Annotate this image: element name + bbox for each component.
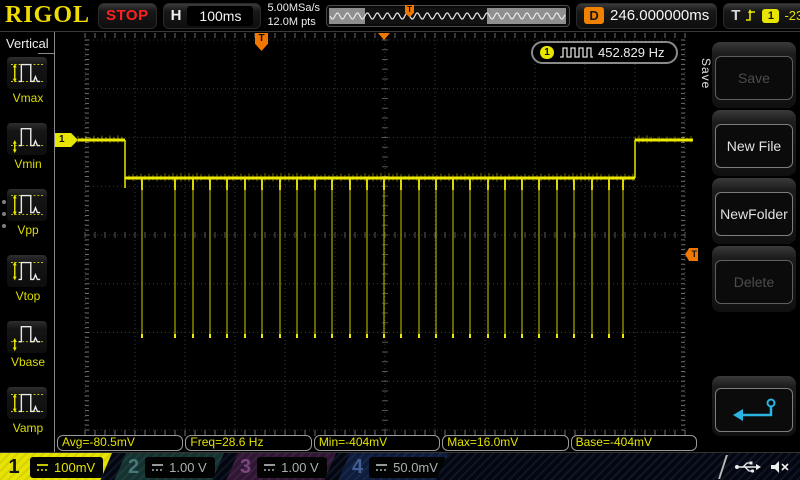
menu-item-vpp[interactable]: Vpp — [6, 188, 50, 237]
menu-item-label: Vtop — [6, 289, 50, 303]
vertical-measure-menu: Vertical Vmax Vmin — [0, 32, 55, 452]
delay-value: 246.000000ms — [610, 7, 709, 24]
menu-title: Vertical — [0, 32, 54, 51]
menu-tab-notch — [38, 53, 55, 54]
trigger-readout: T 1 -232mV — [723, 3, 800, 29]
menu-item-label: Vmax — [6, 91, 50, 105]
menu-tab-label: Save — [699, 58, 713, 89]
back-button[interactable] — [715, 388, 793, 432]
dc-coupling-icon — [151, 463, 164, 472]
channel-number: 3 — [240, 454, 251, 480]
waveform-display: T 1 T 1 452.829 Hz Avg=-80.5mV Freq=28.6… — [55, 32, 698, 452]
softkey-card: Save — [712, 42, 796, 108]
measurement-row: Avg=-80.5mV Freq=28.6 Hz Min=-404mV Max=… — [57, 435, 697, 451]
menu-item-label: Vamp — [6, 421, 50, 435]
vmax-icon — [6, 56, 48, 90]
menu-item-vbase[interactable]: Vbase — [6, 320, 50, 369]
measurement-avg: Avg=-80.5mV — [57, 435, 183, 451]
main-area: Vertical Vmax Vmin — [0, 32, 800, 452]
timebase-value: 100ms — [187, 6, 253, 26]
softkey-card — [712, 376, 796, 436]
return-arrow-icon — [725, 396, 783, 424]
menu-item-label: Vbase — [6, 355, 50, 369]
trigger-label: T — [731, 7, 740, 24]
menu-item-label: Vmin — [6, 157, 50, 171]
horizontal-label: H — [171, 7, 182, 24]
squarewave-icon — [559, 46, 593, 59]
trigger-source-badge: 1 — [762, 9, 779, 23]
softkey-card: Delete — [712, 246, 796, 312]
menu-item-vtop[interactable]: Vtop — [6, 254, 50, 303]
status-bar-divider — [718, 455, 728, 479]
menu-scroll-dots — [2, 200, 6, 228]
delay-badge: D — [584, 7, 604, 24]
channel-scale: 100mV — [54, 460, 95, 475]
channel-2-status[interactable]: 2 1.00 V — [114, 453, 224, 480]
vtop-icon — [6, 254, 48, 288]
channel-scale: 50.0mV — [393, 460, 438, 475]
delete-button[interactable]: Delete — [715, 260, 793, 304]
dc-coupling-icon — [36, 463, 49, 472]
measurement-min: Min=-404mV — [314, 435, 440, 451]
scope-graticule-waveform — [55, 32, 698, 452]
oscilloscope-screen: RIGOL STOP H 100ms 5.00MSa/s 12.0M pts T… — [0, 0, 800, 480]
trigger-edge-icon — [745, 7, 757, 24]
measurement-max: Max=16.0mV — [442, 435, 568, 451]
measurement-freq: Freq=28.6 Hz — [185, 435, 311, 451]
frequency-counter: 1 452.829 Hz — [531, 41, 678, 64]
channel-scale: 1.00 V — [169, 460, 207, 475]
vbase-icon — [6, 320, 48, 354]
rigol-logo: RIGOL — [3, 2, 92, 29]
menu-item-vmax[interactable]: Vmax — [6, 56, 50, 105]
channel-status-bar: 1 100mV 2 1.00 V 3 — [0, 452, 800, 480]
channel-number: 4 — [352, 454, 363, 480]
usb-icon — [734, 459, 761, 475]
run-state-indicator: STOP — [98, 3, 157, 29]
new-file-button[interactable]: New File — [715, 124, 793, 168]
top-bar: RIGOL STOP H 100ms 5.00MSa/s 12.0M pts T… — [0, 0, 800, 32]
vamp-icon — [6, 386, 48, 420]
channel-4-status[interactable]: 4 50.0mV — [338, 453, 448, 480]
preview-waveform-icon — [327, 6, 569, 26]
trigger-center-marker — [378, 33, 390, 40]
menu-item-label: Vpp — [6, 223, 50, 237]
trigger-level-value: -232mV — [784, 8, 800, 23]
softkey-card: New File — [712, 110, 796, 176]
channel-3-status[interactable]: 3 1.00 V — [226, 453, 336, 480]
softkey-card: NewFolder — [712, 178, 796, 244]
new-folder-button[interactable]: NewFolder — [715, 192, 793, 236]
menu-item-vmin[interactable]: Vmin — [6, 122, 50, 171]
dc-coupling-icon — [375, 463, 388, 472]
save-softkey-menu: Save Save New File NewFolder Delete — [698, 32, 800, 452]
vpp-icon — [6, 188, 48, 222]
memory-waveform-preview[interactable]: T — [326, 5, 570, 27]
vmin-icon — [6, 122, 48, 156]
channel-number: 1 — [4, 454, 24, 480]
memory-depth: 12.0M pts — [267, 16, 320, 29]
acquisition-info: 5.00MSa/s 12.0M pts — [267, 2, 320, 28]
horizontal-timebase-box: H 100ms — [163, 3, 262, 29]
channel-scale: 1.00 V — [281, 460, 319, 475]
channel-1-status[interactable]: 1 100mV — [0, 453, 112, 480]
menu-item-vamp[interactable]: Vamp — [6, 386, 50, 435]
counter-channel-badge: 1 — [540, 46, 554, 59]
dc-coupling-icon — [263, 463, 276, 472]
counter-value: 452.829 Hz — [598, 45, 665, 60]
save-button[interactable]: Save — [715, 56, 793, 100]
measurement-base: Base=-404mV — [571, 435, 697, 451]
speaker-muted-icon — [769, 459, 790, 475]
channel-number: 2 — [128, 454, 139, 480]
sample-rate: 5.00MSa/s — [267, 2, 320, 15]
delay-readout: D 246.000000ms — [576, 3, 717, 29]
